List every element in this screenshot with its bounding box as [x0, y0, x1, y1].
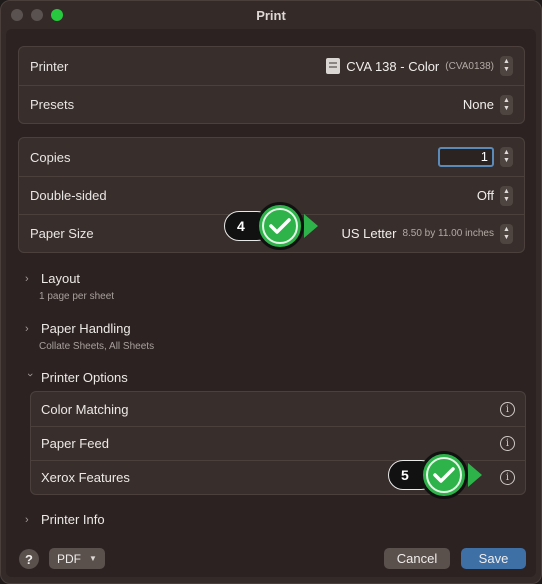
- layout-section[interactable]: › Layout 1 page per sheet: [25, 271, 114, 302]
- print-dialog: Print Printer CVA 138 - Color (CVA0138) …: [0, 0, 542, 584]
- info-icon[interactable]: i: [500, 470, 515, 485]
- window-controls: [11, 9, 63, 21]
- check-icon: [256, 202, 304, 250]
- printer-info-section[interactable]: › Printer Info: [25, 512, 105, 527]
- close-window-button[interactable]: [11, 9, 23, 21]
- presets-row: Presets None ▲ ▼: [19, 85, 524, 123]
- paper-size-updown-icon: ▲ ▼: [500, 223, 513, 244]
- copies-label: Copies: [30, 149, 71, 165]
- double-sided-value: Off: [476, 188, 494, 203]
- copies-stepper[interactable]: ▲ ▼: [500, 147, 513, 167]
- save-button[interactable]: Save: [461, 548, 526, 569]
- chevron-down-icon: ▼: [89, 554, 97, 563]
- chevron-right-icon: ›: [25, 513, 29, 526]
- printer-options-section[interactable]: › Printer Options: [24, 370, 128, 385]
- option-label: Color Matching: [41, 401, 129, 417]
- printer-label: Printer: [30, 58, 69, 74]
- printer-group: Printer CVA 138 - Color (CVA0138) ▲ ▼ Pre…: [18, 46, 525, 124]
- copies-row: Copies 1 ▲ ▼: [19, 138, 524, 176]
- cancel-button[interactable]: Cancel: [384, 548, 450, 569]
- paper-handling-section[interactable]: › Paper Handling Collate Sheets, All Shee…: [25, 321, 154, 352]
- paper-size-detail: 8.50 by 11.00 inches: [402, 228, 494, 239]
- paper-size-value: US Letter: [341, 226, 397, 241]
- pointer-arrow-icon: [468, 463, 482, 487]
- double-sided-updown-icon: ▲ ▼: [500, 185, 513, 206]
- pdf-menu-button[interactable]: PDF ▼: [49, 548, 105, 569]
- step-badge-4: 4: [224, 202, 318, 250]
- chevron-right-icon: ›: [25, 272, 29, 285]
- presets-updown-icon: ▲ ▼: [500, 94, 513, 115]
- printer-value: CVA 138 - Color: [346, 58, 440, 74]
- printer-row: Printer CVA 138 - Color (CVA0138) ▲ ▼: [19, 47, 524, 85]
- chevron-down-icon: ›: [24, 372, 36, 377]
- printer-info-title: Printer Info: [41, 512, 105, 527]
- printer-options-title: Printer Options: [41, 370, 128, 385]
- printer-select[interactable]: CVA 138 - Color (CVA0138) ▲ ▼: [326, 56, 513, 76]
- paper-handling-desc: Collate Sheets, All Sheets: [39, 341, 155, 352]
- presets-label: Presets: [30, 97, 75, 112]
- zoom-window-button[interactable]: [51, 9, 63, 21]
- dialog-footer: ? PDF ▼ Cancel Save: [1, 539, 541, 583]
- printer-updown-icon: ▲ ▼: [500, 56, 513, 76]
- pointer-arrow-icon: [304, 214, 318, 238]
- title-bar: Print: [1, 1, 541, 29]
- layout-desc: 1 page per sheet: [39, 291, 115, 302]
- double-sided-label: Double-sided: [30, 188, 107, 203]
- printer-icon: [326, 58, 341, 74]
- window-title: Print: [256, 7, 286, 23]
- info-icon[interactable]: i: [500, 436, 515, 451]
- copies-input[interactable]: 1: [438, 147, 494, 167]
- double-sided-select[interactable]: Off ▲ ▼: [476, 185, 513, 206]
- check-icon: [420, 451, 468, 499]
- presets-value: None: [462, 97, 494, 112]
- help-button[interactable]: ?: [19, 549, 39, 569]
- chevron-right-icon: ›: [25, 322, 29, 335]
- presets-select[interactable]: None ▲ ▼: [462, 94, 513, 115]
- paper-handling-title: Paper Handling: [41, 321, 131, 336]
- step-badge-5: 5: [388, 451, 482, 499]
- option-label: Paper Feed: [41, 436, 109, 451]
- printer-id: (CVA0138): [445, 60, 494, 72]
- paper-size-select[interactable]: US Letter 8.50 by 11.00 inches ▲ ▼: [341, 223, 513, 244]
- info-icon[interactable]: i: [500, 401, 515, 417]
- pdf-label: PDF: [57, 551, 81, 566]
- layout-title: Layout: [41, 271, 81, 286]
- dialog-content: Printer CVA 138 - Color (CVA0138) ▲ ▼ Pre…: [6, 29, 536, 577]
- list-item[interactable]: Color Matching i: [31, 392, 525, 426]
- minimize-window-button[interactable]: [31, 9, 43, 21]
